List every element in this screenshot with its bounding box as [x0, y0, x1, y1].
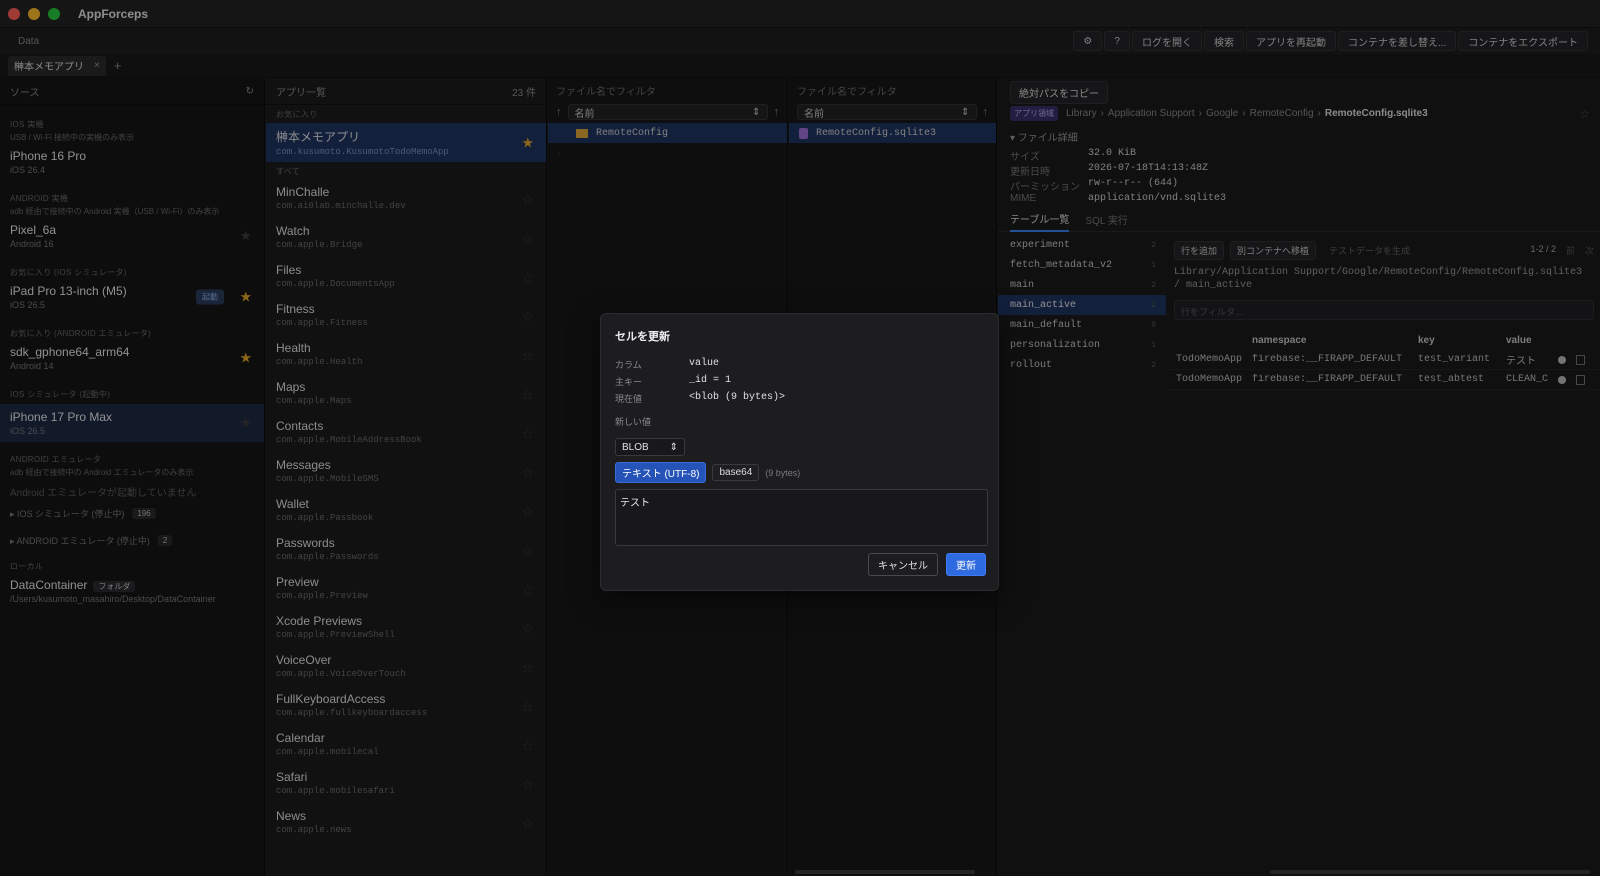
- chevron-updown-icon: ⇕: [669, 441, 678, 453]
- dialog-actions: キャンセル 更新: [868, 553, 986, 576]
- new-value-label: 新しい値: [615, 417, 652, 427]
- type-select[interactable]: BLOB ⇕: [615, 438, 685, 456]
- dialog-title: セルを更新: [615, 331, 670, 343]
- update-cell-dialog: セルを更新 カラム value 主キー _id = 1 現在値 <blob (9 by…: [600, 313, 999, 591]
- type-value: BLOB: [622, 441, 649, 453]
- encoding-text-button[interactable]: テキスト (UTF-8): [615, 462, 707, 483]
- encoding-base64-button[interactable]: base64: [712, 464, 760, 481]
- field-key: 現在値: [615, 394, 643, 404]
- new-value-textarea[interactable]: テスト: [615, 489, 988, 546]
- update-button[interactable]: 更新: [946, 553, 986, 576]
- current-row: 現在値 <blob (9 bytes)>: [615, 392, 984, 404]
- encoding-row: テキスト (UTF-8) base64 (9 bytes): [615, 462, 984, 483]
- cancel-button[interactable]: キャンセル: [868, 553, 938, 576]
- field-key: 主キー: [615, 377, 643, 387]
- pk-row: 主キー _id = 1: [615, 375, 984, 387]
- field-key: カラム: [615, 360, 642, 370]
- byte-count: (9 bytes): [765, 467, 801, 478]
- column-row: カラム value: [615, 358, 984, 370]
- field-value: value: [689, 358, 720, 369]
- field-value: _id = 1: [689, 375, 732, 386]
- field-value: <blob (9 bytes)>: [689, 392, 786, 403]
